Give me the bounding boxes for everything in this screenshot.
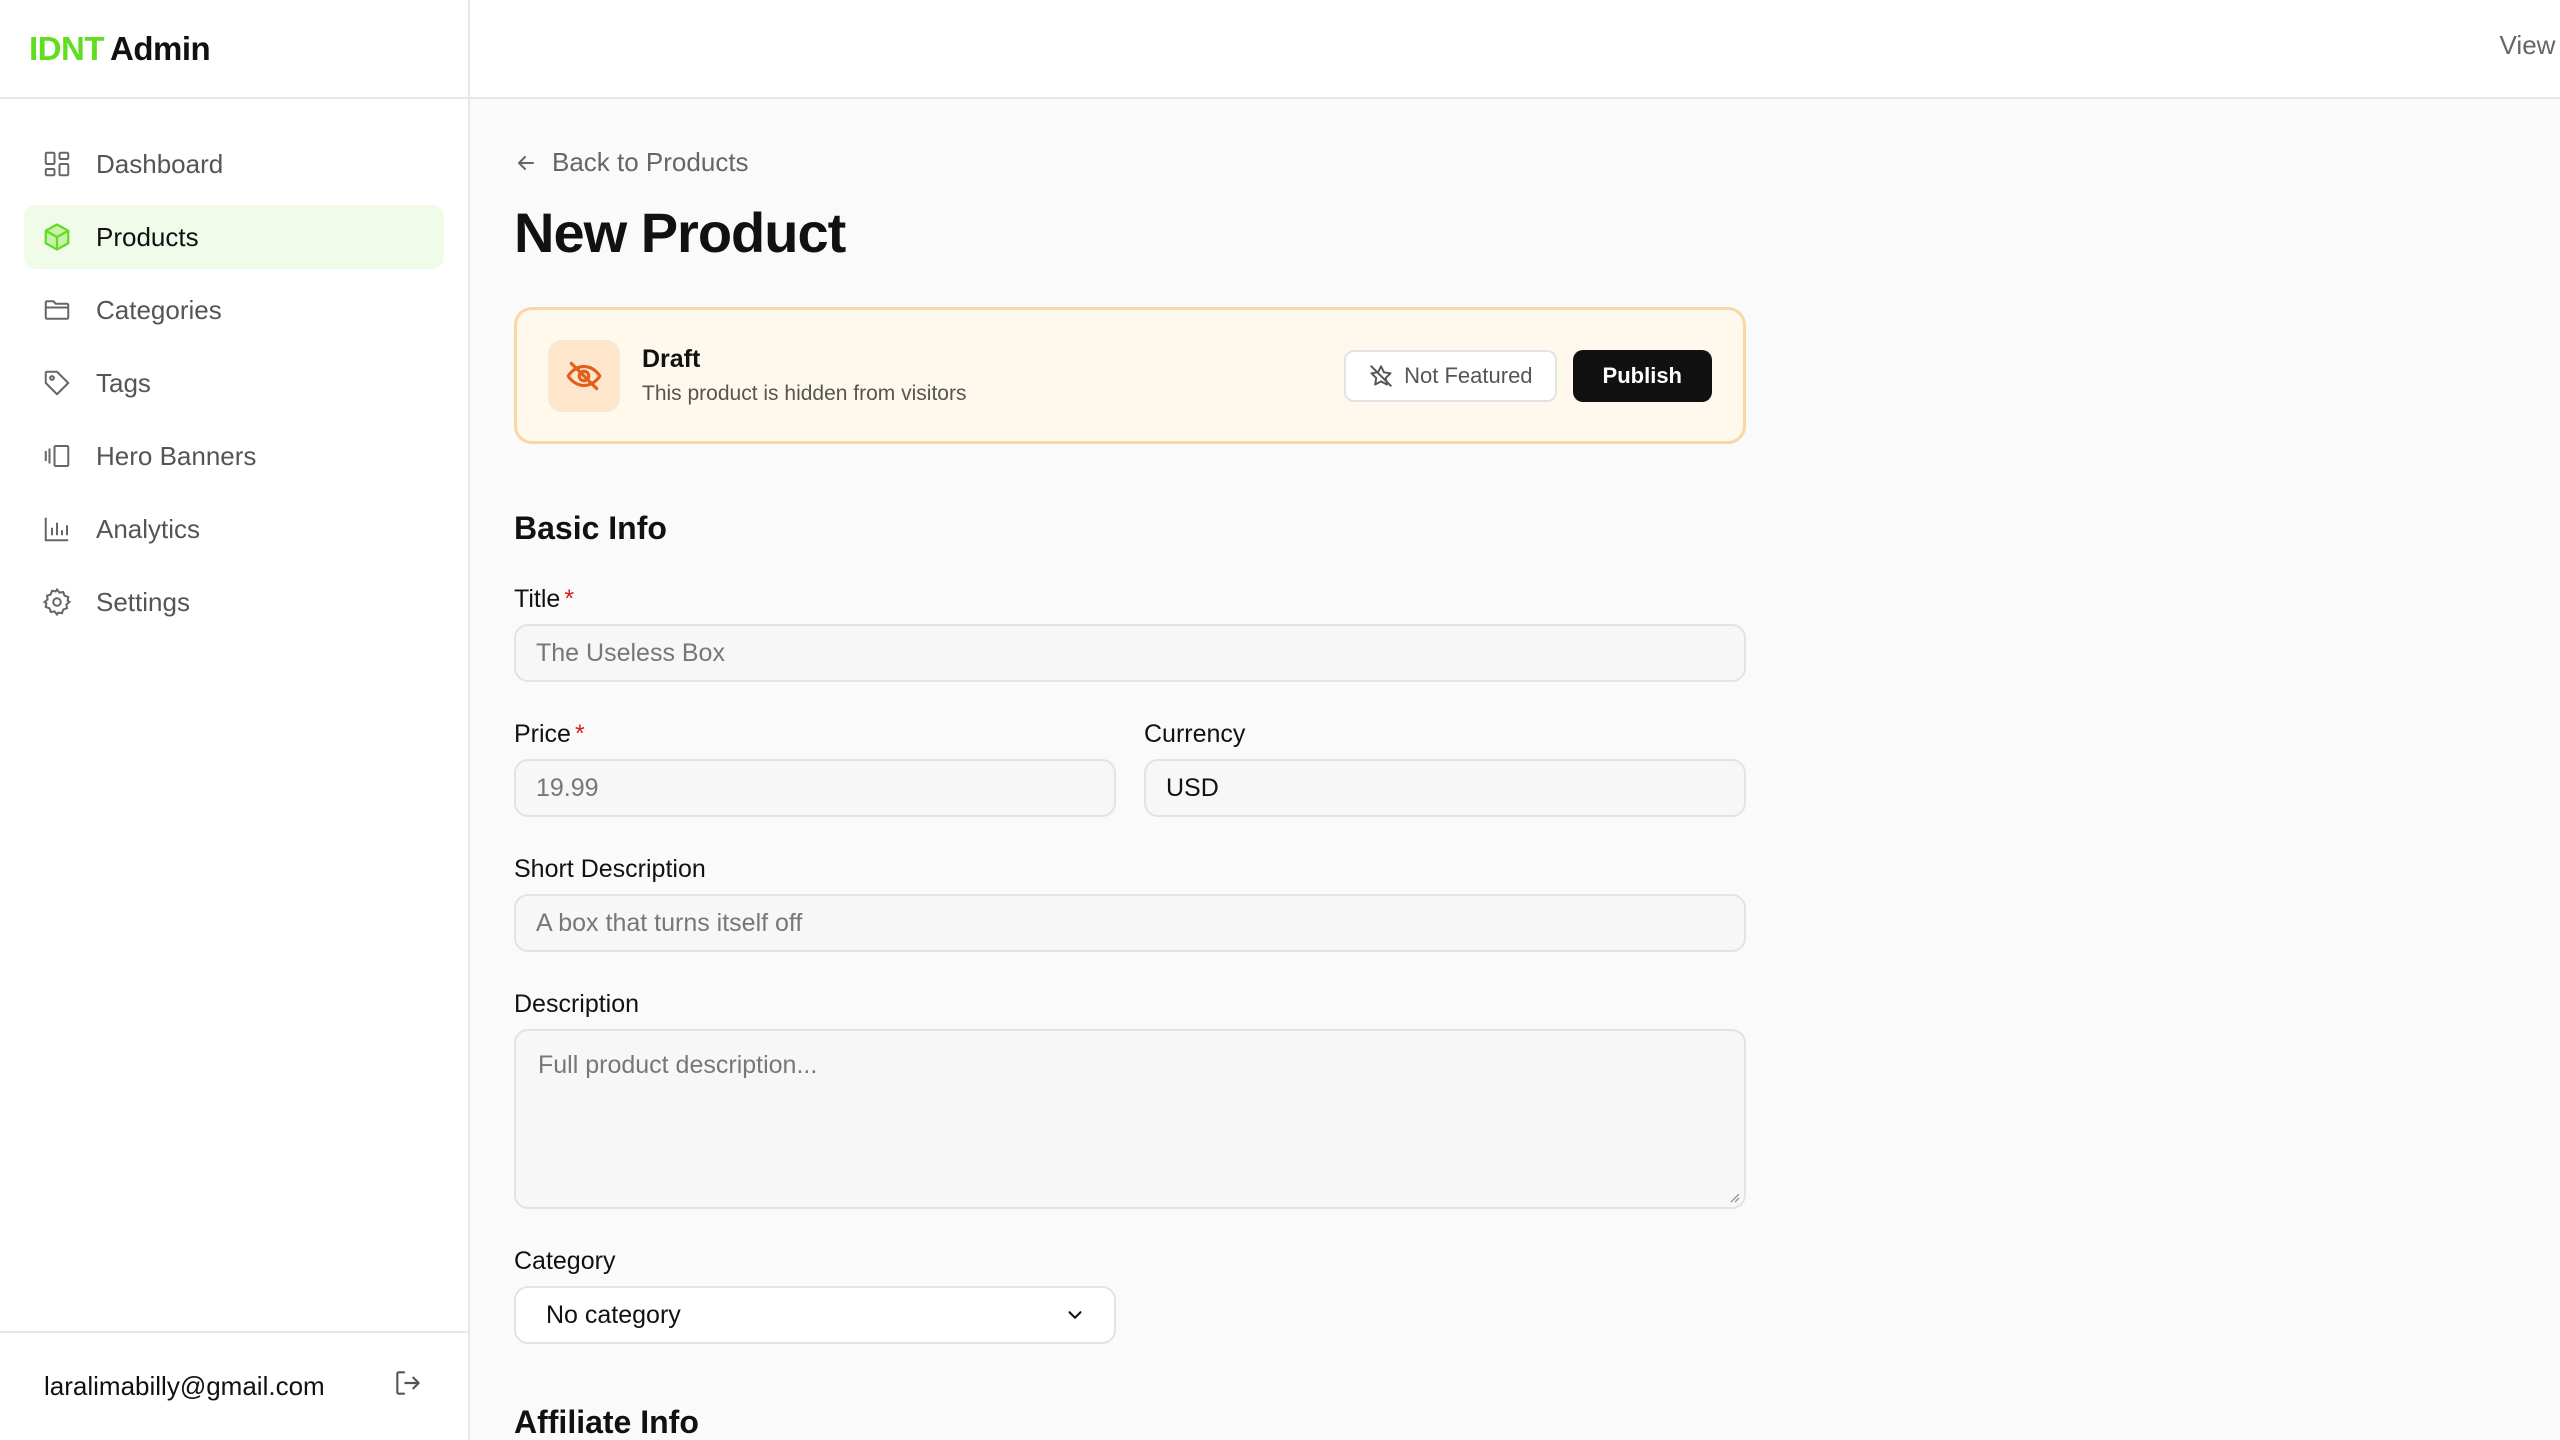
sidebar-nav: Dashboard Products Categories Tags Hero … (0, 99, 468, 634)
sidebar-item-label: Analytics (96, 513, 201, 544)
resize-grip-icon[interactable] (1724, 1187, 1740, 1203)
category-field-group: Category No category (514, 1247, 1746, 1344)
folder-icon (42, 295, 72, 325)
sidebar-item-dashboard[interactable]: Dashboard (24, 132, 444, 196)
currency-field-group: Currency USD (1144, 720, 1746, 817)
tag-icon (42, 368, 72, 398)
sidebar-footer: laralimabilly@gmail.com (0, 1331, 468, 1440)
currency-input[interactable]: USD (1144, 759, 1746, 817)
main-content: Back to Products New Product Draft This … (514, 99, 1746, 1440)
not-featured-label: Not Featured (1404, 363, 1533, 388)
sidebar-item-label: Settings (96, 586, 190, 617)
brand-accent: IDNT (29, 29, 105, 67)
title-label-text: Title (514, 585, 561, 613)
draft-status-card: Draft This product is hidden from visito… (514, 307, 1746, 444)
title-input[interactable]: The Useless Box (514, 624, 1746, 682)
title-label: Title * (514, 585, 1746, 614)
category-label: Category (514, 1247, 616, 1275)
price-label-text: Price (514, 720, 571, 748)
price-label: Price * (514, 720, 1116, 749)
price-currency-row: Price * 19.99 Currency USD (514, 720, 1746, 817)
sidebar-item-settings[interactable]: Settings (24, 570, 444, 634)
brand-logo[interactable]: IDNT Admin (0, 0, 468, 99)
not-featured-button[interactable]: Not Featured (1344, 350, 1557, 402)
status-actions: Not Featured Publish (1344, 350, 1712, 402)
logout-icon[interactable] (392, 1367, 424, 1406)
sidebar-item-tags[interactable]: Tags (24, 351, 444, 415)
short-description-label: Short Description (514, 855, 706, 883)
bar-chart-icon (42, 514, 72, 544)
sidebar-item-label: Tags (96, 367, 151, 398)
sidebar-item-label: Categories (96, 294, 222, 325)
price-input[interactable]: 19.99 (514, 759, 1116, 817)
short-description-input[interactable]: A box that turns itself off (514, 894, 1746, 952)
sidebar-item-label: Products (96, 221, 199, 252)
gear-icon (42, 587, 72, 617)
status-text: Draft This product is hidden from visito… (642, 345, 966, 406)
star-off-icon (1370, 365, 1392, 387)
page-title: New Product (514, 201, 846, 264)
sidebar-item-hero-banners[interactable]: Hero Banners (24, 424, 444, 488)
sidebar-item-label: Hero Banners (96, 440, 257, 471)
short-description-field-group: Short Description A box that turns itsel… (514, 855, 1746, 952)
chevron-down-icon (1068, 1311, 1082, 1319)
affiliate-info-heading: Affiliate Info (514, 1404, 699, 1440)
user-email: laralimabilly@gmail.com (44, 1371, 325, 1401)
sidebar-item-products[interactable]: Products (24, 205, 444, 269)
required-mark: * (564, 585, 575, 613)
description-label: Description (514, 990, 640, 1018)
required-mark: * (574, 720, 585, 748)
publish-button[interactable]: Publish (1572, 350, 1712, 402)
app-root: IDNT Admin Dashboard Products Categories… (0, 0, 2560, 1440)
sidebar-item-categories[interactable]: Categories (24, 278, 444, 342)
basic-info-heading: Basic Info (514, 510, 667, 546)
top-bar: View S (470, 0, 2560, 99)
brand-rest: Admin (110, 29, 211, 67)
price-field-group: Price * 19.99 (514, 720, 1116, 817)
category-selected: No category (546, 1300, 681, 1329)
currency-label: Currency (1144, 720, 1246, 748)
sidebar-item-label: Dashboard (96, 148, 224, 179)
status-title: Draft (642, 345, 701, 373)
arrow-left-icon (518, 155, 534, 170)
box-icon (42, 222, 72, 252)
description-field-group: Description Full product description... (514, 990, 1746, 1209)
status-subtitle: This product is hidden from visitors (642, 382, 967, 405)
description-placeholder: Full product description... (538, 1051, 818, 1079)
sidebar: IDNT Admin Dashboard Products Categories… (0, 0, 470, 1440)
grid-icon (42, 149, 72, 179)
category-select[interactable]: No category (514, 1286, 1116, 1344)
back-label: Back to Products (552, 147, 749, 177)
back-to-products-link[interactable]: Back to Products (514, 147, 1746, 178)
sidebar-item-analytics[interactable]: Analytics (24, 497, 444, 561)
description-textarea[interactable]: Full product description... (514, 1029, 1746, 1209)
eye-off-icon (548, 339, 620, 412)
view-site-link[interactable]: View S (2500, 30, 2560, 61)
gallery-icon (42, 441, 72, 471)
title-field-group: Title * The Useless Box (514, 585, 1746, 682)
